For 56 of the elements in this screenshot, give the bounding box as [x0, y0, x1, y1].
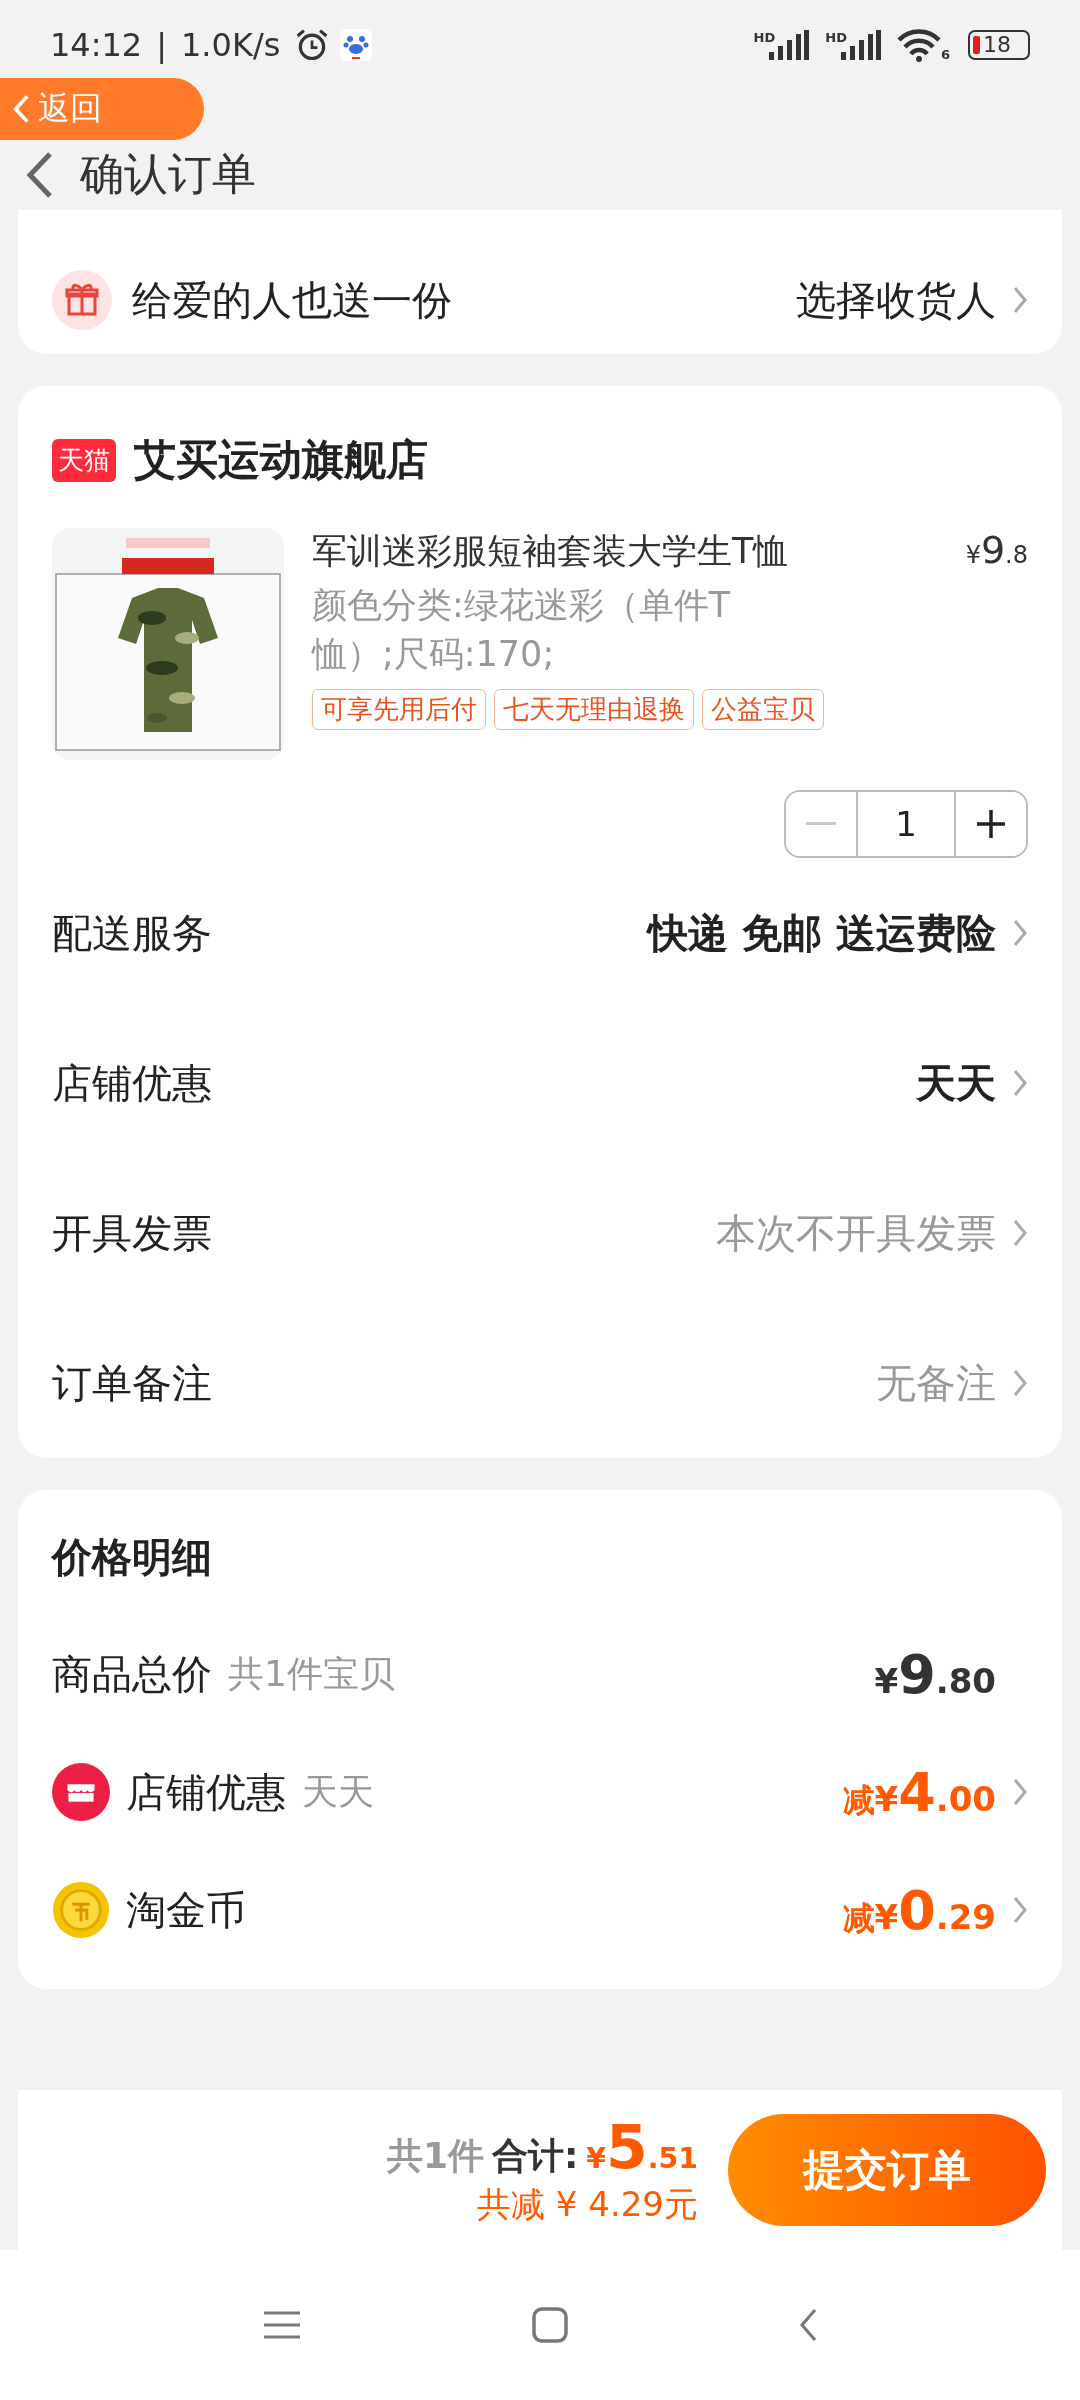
total-label: 合计:	[491, 2134, 579, 2178]
chevron-right-icon[interactable]	[1012, 1895, 1028, 1925]
section-title: 价格明细	[52, 1533, 213, 1582]
menu-icon[interactable]	[262, 2310, 302, 2340]
battery-icon: 18	[968, 30, 1030, 60]
gift-label: 给爱的人也送一份	[132, 275, 452, 325]
minus-icon	[806, 822, 836, 826]
wifi-icon	[896, 28, 941, 62]
row-label: 开具发票	[52, 1208, 212, 1258]
chevron-right-icon[interactable]	[1012, 918, 1028, 948]
row-note: 共1件宝贝	[228, 1651, 395, 1696]
service-tag: 可享先用后付	[312, 689, 486, 730]
chevron-right-icon[interactable]	[1012, 285, 1028, 315]
shop-icon	[52, 1763, 110, 1821]
hd-label: HD	[825, 30, 847, 45]
amount: 减¥0.29	[842, 1878, 996, 1942]
gift-icon	[52, 270, 112, 330]
chevron-right-icon[interactable]	[1012, 1777, 1028, 1807]
row-note: 天天	[302, 1769, 374, 1814]
back-chevron-icon[interactable]	[24, 150, 54, 200]
status-time: 14:12	[50, 26, 143, 64]
home-icon[interactable]	[532, 2307, 568, 2343]
total-amount: ¥5.51	[586, 2112, 698, 2182]
page-title: 确认订单	[80, 147, 256, 201]
row-label: 订单备注	[52, 1358, 212, 1408]
row-label: 店铺优惠	[52, 1058, 212, 1108]
row-label: 配送服务	[52, 908, 212, 958]
back-icon[interactable]	[798, 2307, 818, 2343]
amount: 减¥4.00	[842, 1760, 996, 1824]
chevron-right-icon[interactable]	[1012, 1068, 1028, 1098]
choose-recipient-link[interactable]: 选择收货人	[796, 272, 996, 328]
hd-label: HD	[753, 30, 776, 45]
row-label: 商品总价	[52, 1649, 212, 1699]
total-saving: 共减 ¥ 4.29元	[477, 2183, 698, 2226]
store-name[interactable]: 艾买运动旗舰店	[134, 432, 428, 488]
amount: ¥9.80	[874, 1642, 996, 1706]
plus-icon	[976, 809, 1006, 839]
service-tag: 七天无理由退换	[494, 689, 694, 730]
chevron-right-icon[interactable]	[1012, 1218, 1028, 1248]
item-count: 共1件	[386, 2134, 484, 2178]
paw-app-icon	[340, 29, 373, 61]
row-label: 淘金币	[126, 1885, 246, 1935]
service-tag: 公益宝贝	[702, 689, 824, 730]
wifi-label: 6	[940, 47, 950, 62]
product-spec: 颜色分类:绿花迷彩（单件T恤）;尺码:170;	[312, 584, 732, 676]
network-speed: 1.0K/s	[181, 26, 281, 64]
product-title[interactable]: 军训迷彩服短袖套装大学生T恤	[312, 528, 789, 575]
chevron-left-icon	[12, 93, 30, 125]
status-separator: |	[156, 26, 167, 64]
store-badge: 天猫	[52, 438, 116, 482]
chevron-right-icon[interactable]	[1012, 1368, 1028, 1398]
coin-icon	[52, 1881, 110, 1939]
row-label: 店铺优惠	[126, 1767, 286, 1817]
row-value[interactable]: 天天	[916, 1055, 996, 1111]
row-value[interactable]: 快递 免邮 送运费险	[648, 905, 996, 961]
product-price: ¥9.8	[965, 528, 1028, 572]
